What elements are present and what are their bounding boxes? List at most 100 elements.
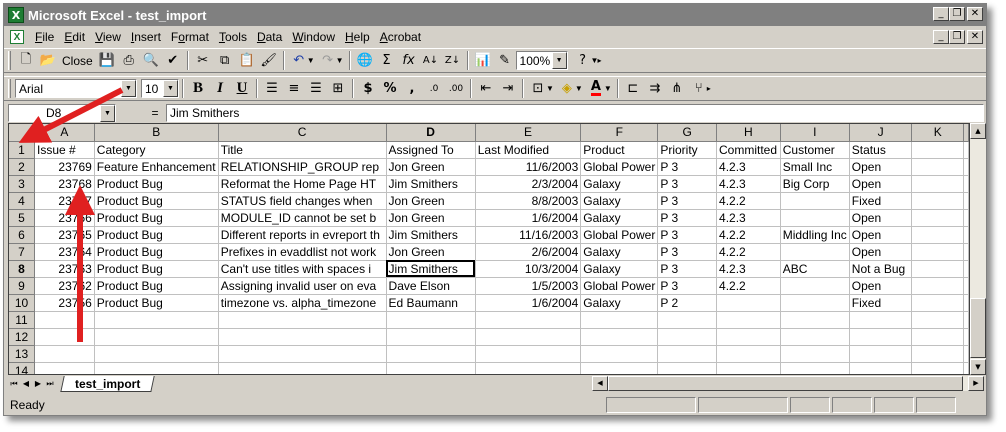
cell-h6[interactable]: 4.2.2 [716,226,781,244]
cell-j10[interactable]: Fixed [849,294,913,312]
column-header-g[interactable]: G [657,124,718,142]
chevron-down-icon[interactable]: ▼ [100,105,115,122]
cell-h11[interactable] [716,311,781,329]
cell-j9[interactable]: Open [849,277,913,295]
cell-h5[interactable]: 4.2.3 [716,209,781,227]
cell-d11[interactable] [386,311,476,329]
cell-b4[interactable]: Product Bug [94,192,219,210]
increase-decimal-icon[interactable]: .0 [423,78,445,99]
menu-item-acrobat[interactable]: Acrobat [375,30,426,44]
print-icon[interactable]: ⎙ [118,50,140,71]
cell-i8[interactable]: ABC [780,260,850,278]
open-folder-icon[interactable]: 📂 [37,50,59,71]
workbook-restore-icon[interactable]: ❐ [949,30,965,44]
cell-k10[interactable] [911,294,964,312]
cell-h1[interactable]: Committed [716,141,781,159]
cell-c4[interactable]: STATUS field changes when [218,192,387,210]
cell-j14[interactable] [849,362,913,374]
cell-b5[interactable]: Product Bug [94,209,219,227]
column-header-f[interactable]: F [580,124,659,142]
cell-c13[interactable] [218,345,387,363]
workbook-icon[interactable]: X [10,30,24,44]
row-header-14[interactable]: 14 [9,362,36,374]
cell-g7[interactable]: P 3 [657,243,718,261]
cell-f2[interactable]: Global Power [580,158,659,176]
cell-e2[interactable]: 11/6/2003 [475,158,582,176]
cell-h2[interactable]: 4.2.3 [716,158,781,176]
cell-b2[interactable]: Feature Enhancement [94,158,219,176]
fork-icon[interactable]: ⋔ [666,78,688,99]
chart-wizard-icon[interactable]: 📊 [472,50,494,71]
cell-e14[interactable] [475,362,582,374]
cell-a9[interactable]: 23762 [34,277,95,295]
cell-f13[interactable] [580,345,659,363]
cell-g8[interactable]: P 3 [657,260,718,278]
cell-h13[interactable] [716,345,781,363]
formula-input[interactable]: Jim Smithers [166,104,984,122]
cell-b1[interactable]: Category [94,141,219,159]
cell-g5[interactable]: P 3 [657,209,718,227]
sort-descending-icon[interactable]: Z↓ [442,50,464,71]
format-painter-icon[interactable]: 🖌 [258,50,280,71]
row-header-5[interactable]: 5 [9,209,36,227]
cell-i9[interactable] [780,277,850,295]
cell-j7[interactable]: Open [849,243,913,261]
cell-d9[interactable]: Dave Elson [386,277,476,295]
cell-j4[interactable]: Fixed [849,192,913,210]
cell-k14[interactable] [911,362,964,374]
cell-d7[interactable]: Jon Green [386,243,476,261]
cell-i1[interactable]: Customer [780,141,850,159]
cell-b14[interactable] [94,362,219,374]
outline-icon[interactable]: ⊏ [622,78,644,99]
toolbar-options-icon[interactable]: ▸ [707,84,711,93]
row-header-8[interactable]: 8 [9,260,36,278]
hyperlink-icon[interactable]: 🌐 [354,50,376,71]
cell-e11[interactable] [475,311,582,329]
cell-h9[interactable]: 4.2.2 [716,277,781,295]
minimize-icon[interactable]: _ [933,7,949,21]
cell-c2[interactable]: RELATIONSHIP_GROUP rep [218,158,387,176]
toolbar-options-icon[interactable]: ▸ [597,56,601,65]
italic-icon[interactable]: I [209,78,231,99]
cell-h12[interactable] [716,328,781,346]
cell-a14[interactable] [34,362,95,374]
align-left-icon[interactable]: ☰ [261,78,283,99]
cell-c14[interactable] [218,362,387,374]
cell-f3[interactable]: Galaxy [580,175,659,193]
cell-k8[interactable] [911,260,964,278]
cell-d14[interactable] [386,362,476,374]
cell-c3[interactable]: Reformat the Home Page HT [218,175,387,193]
cell-j2[interactable]: Open [849,158,913,176]
cell-k11[interactable] [911,311,964,329]
row-header-10[interactable]: 10 [9,294,36,312]
cell-f10[interactable]: Galaxy [580,294,659,312]
save-icon[interactable]: 💾 [96,50,118,71]
sheet-tab[interactable]: test_import [60,375,156,392]
align-center-icon[interactable]: ≡ [283,78,305,99]
cell-k12[interactable] [911,328,964,346]
cell-e7[interactable]: 2/6/2004 [475,243,582,261]
cell-f6[interactable]: Global Power [580,226,659,244]
cell-b10[interactable]: Product Bug [94,294,219,312]
row-header-12[interactable]: 12 [9,328,36,346]
cell-k13[interactable] [911,345,964,363]
cell-e3[interactable]: 2/3/2004 [475,175,582,193]
column-header-d[interactable]: D [386,124,476,142]
cell-k7[interactable] [911,243,964,261]
excel-app-icon[interactable]: X [8,7,24,23]
cell-h3[interactable]: 4.2.3 [716,175,781,193]
cell-j12[interactable] [849,328,913,346]
cell-h14[interactable] [716,362,781,374]
cell-k3[interactable] [911,175,964,193]
cell-c8[interactable]: Can't use titles with spaces i [218,260,387,278]
cell-e9[interactable]: 1/5/2003 [475,277,582,295]
cell-j1[interactable]: Status [849,141,913,159]
cell-k6[interactable] [911,226,964,244]
row-header-3[interactable]: 3 [9,175,36,193]
new-document-icon[interactable]: 🗋 [15,50,37,71]
cell-i2[interactable]: Small Inc [780,158,850,176]
cell-g9[interactable]: P 3 [657,277,718,295]
scroll-down-icon[interactable]: ▼ [970,359,986,375]
cell-f12[interactable] [580,328,659,346]
cell-a10[interactable]: 23756 [34,294,95,312]
